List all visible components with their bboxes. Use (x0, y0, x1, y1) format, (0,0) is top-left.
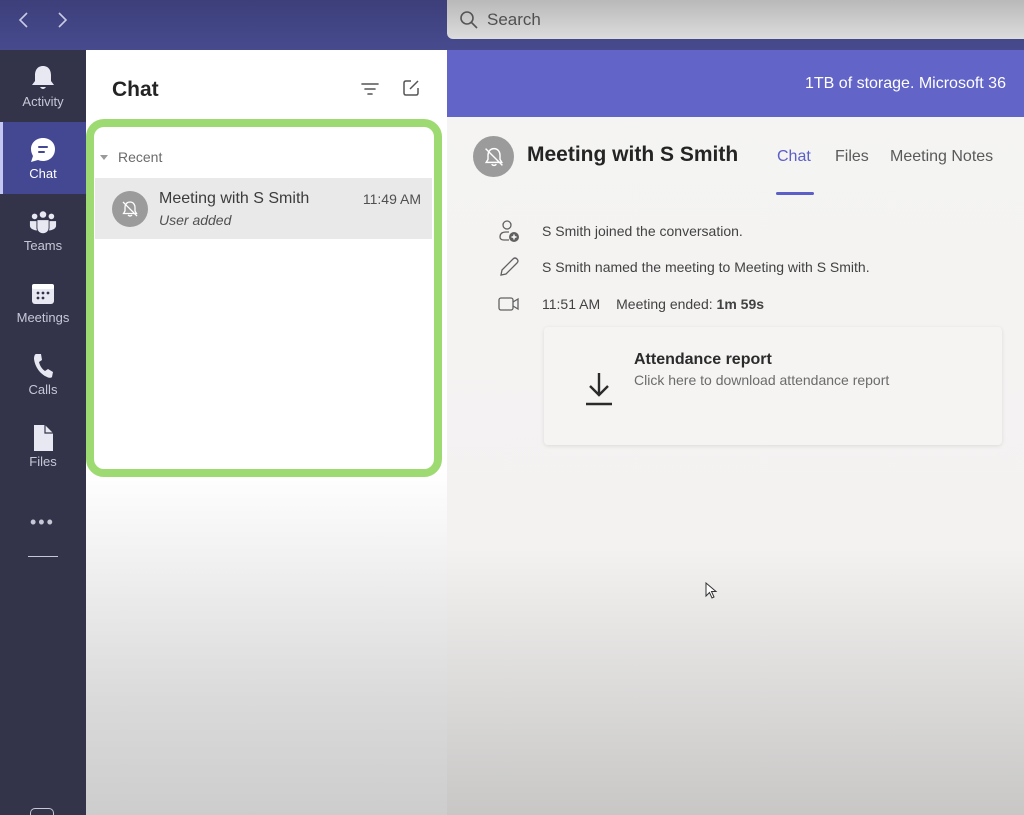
rail-label: Meetings (16, 309, 70, 325)
search-icon (460, 10, 478, 29)
recent-label: Recent (118, 149, 163, 165)
event-text: S Smith joined the conversation. (542, 223, 743, 239)
calendar-icon (29, 280, 57, 308)
rail-label: Calls (28, 381, 58, 397)
bell-icon (29, 64, 57, 92)
rail-item-chat[interactable]: Chat (0, 122, 86, 194)
event-text: S Smith named the meeting to Meeting wit… (542, 259, 870, 275)
caret-down-icon (100, 154, 108, 160)
event-renamed: S Smith named the meeting to Meeting wit… (497, 255, 870, 279)
rail-item-teams[interactable]: Teams (0, 194, 86, 266)
rail-item-activity[interactable]: Activity (0, 50, 86, 122)
phone-icon (29, 352, 57, 380)
chat-preview: User added (159, 212, 232, 228)
chevron-left-icon (18, 12, 28, 28)
rail-item-files[interactable]: Files (0, 410, 86, 482)
event-joined: S Smith joined the conversation. (497, 219, 743, 243)
attendance-report-card[interactable]: Attendance report Click here to download… (544, 327, 1002, 445)
banner-text: 1TB of storage. Microsoft 36 (805, 75, 1006, 92)
chat-list-title: Chat (112, 78, 159, 101)
chat-list-pane: Chat Recent Meeting with S Smith 11:49 A… (86, 50, 447, 815)
rail-label: Files (29, 453, 57, 469)
chat-icon (29, 136, 57, 164)
rail-label: Chat (29, 165, 57, 181)
tab-chat[interactable]: Chat (777, 148, 811, 166)
promo-banner[interactable]: 1TB of storage. Microsoft 36 (447, 50, 1024, 117)
event-text: Meeting ended: 1m 59s (616, 296, 764, 312)
forward-button[interactable] (50, 8, 74, 32)
rail-item-calls[interactable]: Calls (0, 338, 86, 410)
chat-time: 11:49 AM (362, 191, 421, 207)
app-rail: Activity Chat Teams Meetings Calls Files… (0, 50, 86, 815)
rail-divider (28, 556, 58, 557)
avatar (112, 191, 148, 227)
person-add-icon (497, 219, 521, 243)
video-camera-icon (497, 292, 521, 316)
event-meeting-ended: 11:51 AM Meeting ended: 1m 59s (497, 292, 764, 316)
rail-item-meetings[interactable]: Meetings (0, 266, 86, 338)
bell-off-icon (484, 147, 503, 166)
chat-name: Meeting with S Smith (159, 190, 310, 207)
teams-icon (29, 208, 57, 236)
chevron-right-icon (58, 12, 68, 28)
back-button[interactable] (12, 8, 36, 32)
meeting-title: Meeting with S Smith (527, 143, 739, 166)
mouse-cursor-icon (705, 582, 718, 599)
pencil-icon (497, 255, 521, 279)
bell-off-icon (122, 201, 138, 217)
tab-files[interactable]: Files (835, 148, 869, 166)
attendance-subtitle: Click here to download attendance report (634, 372, 890, 388)
search-placeholder: Search (487, 9, 541, 29)
new-chat-button[interactable] (401, 78, 421, 98)
event-time: 11:51 AM (542, 296, 601, 312)
rail-label: Activity (22, 93, 64, 109)
apps-icon[interactable] (30, 808, 54, 815)
attendance-title: Attendance report (634, 351, 772, 368)
file-icon (29, 424, 57, 452)
conversation-pane: 1TB of storage. Microsoft 36 Meeting wit… (447, 50, 1024, 815)
search-input[interactable]: Search (447, 0, 1024, 39)
tab-meeting-notes[interactable]: Meeting Notes (890, 148, 993, 166)
download-icon (586, 373, 612, 406)
active-tab-indicator (776, 192, 814, 195)
ended-label: Meeting ended: (616, 296, 717, 312)
title-bar: Search (0, 0, 1024, 50)
meeting-duration: 1m 59s (716, 296, 765, 312)
rail-label: Teams (23, 237, 63, 253)
recent-section-header[interactable]: Recent (100, 149, 162, 165)
more-apps-button[interactable]: ••• (30, 512, 55, 533)
meeting-avatar (473, 136, 514, 177)
highlight-box (86, 119, 442, 477)
chat-list-item[interactable]: Meeting with S Smith 11:49 AM User added (95, 178, 432, 239)
compose-icon (403, 80, 419, 96)
filter-icon (361, 83, 379, 95)
filter-button[interactable] (360, 80, 380, 98)
